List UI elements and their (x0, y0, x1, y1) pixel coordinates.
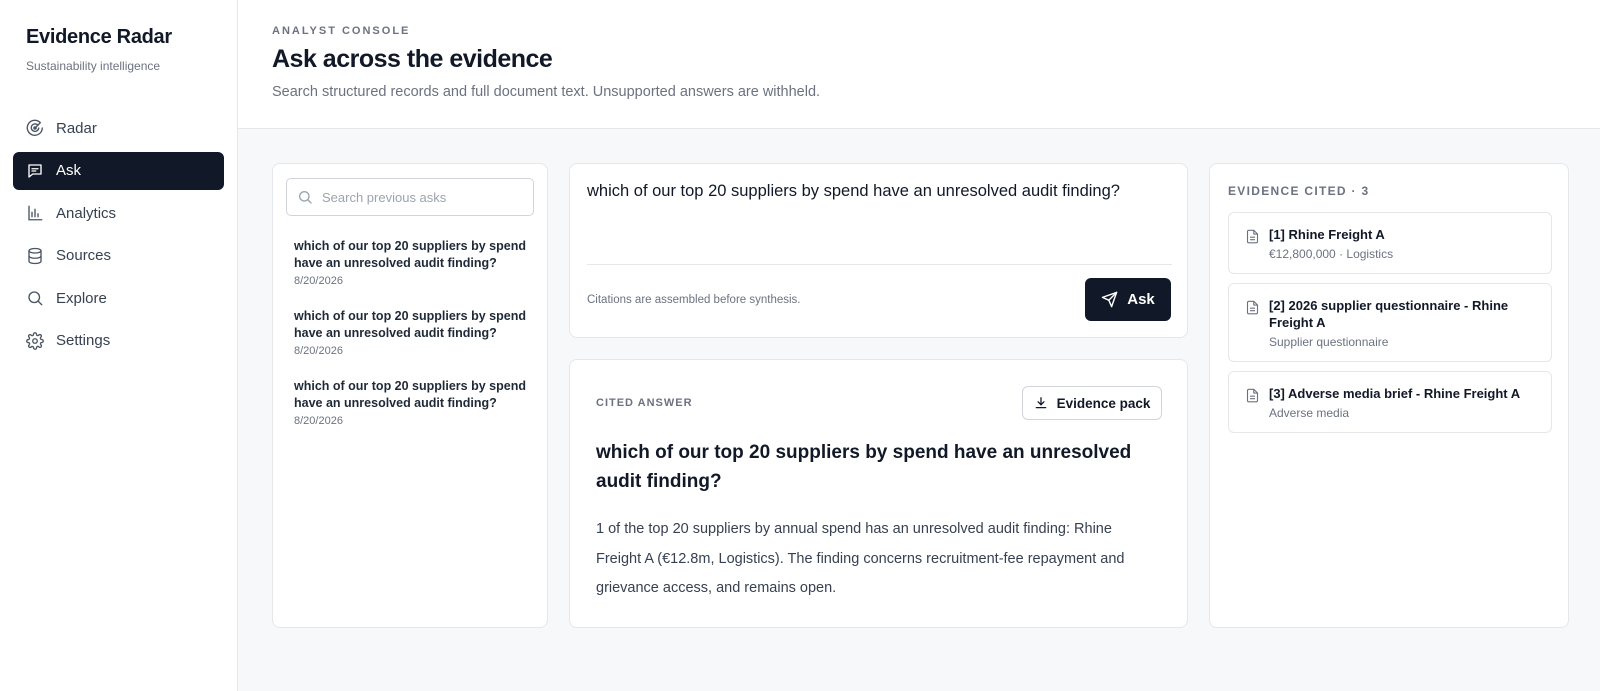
history-item-date: 8/20/2026 (294, 345, 343, 357)
evidence-item[interactable]: [3] Adverse media brief - Rhine Freight … (1228, 371, 1552, 433)
history-item[interactable]: which of our top 20 suppliers by spend h… (294, 378, 530, 427)
sidebar-item-label: Settings (56, 332, 111, 349)
evidence-list: [1] Rhine Freight A €12,800,000 · Logist… (1228, 212, 1552, 442)
search-icon (297, 189, 313, 205)
page-header: ANALYST CONSOLE Ask across the evidence … (238, 0, 1600, 129)
document-icon (1245, 229, 1260, 244)
evidence-item-meta: €12,800,000 · Logistics (1269, 247, 1394, 261)
document-icon (1245, 300, 1260, 315)
radar-icon (26, 119, 44, 137)
sidebar-item-label: Sources (56, 247, 112, 264)
page-title: Ask across the evidence (272, 45, 553, 73)
search-icon (26, 289, 44, 307)
sidebar-item-label: Analytics (56, 204, 117, 222)
sidebar-item-label: Explore (56, 289, 107, 307)
sidebar-item-ask[interactable]: Ask (13, 151, 224, 190)
history-list: which of our top 20 suppliers by spend h… (294, 238, 530, 448)
answer-label: CITED ANSWER (596, 397, 693, 409)
history-item-question: which of our top 20 suppliers by spend h… (294, 239, 526, 270)
evidence-item-meta: Adverse media (1269, 406, 1350, 420)
bar-chart-icon (26, 204, 44, 222)
send-icon (1101, 291, 1118, 308)
sidebar-nav: Radar Ask Analytics Sources Explore Sett… (13, 109, 224, 364)
sidebar-item-label: Radar (56, 119, 97, 137)
answer-question: which of our top 20 suppliers by spend h… (596, 442, 1132, 492)
sidebar: Evidence Radar Sustainability intelligen… (0, 0, 238, 691)
evidence-cited-panel: EVIDENCE CITED · 3 [1] Rhine Freight A €… (1209, 163, 1569, 628)
history-search[interactable] (286, 178, 534, 216)
sidebar-item-analytics[interactable]: Analytics (13, 194, 224, 232)
ask-query-card: which of our top 20 suppliers by spend h… (569, 163, 1188, 338)
history-search-input[interactable] (322, 189, 522, 205)
evidence-item[interactable]: [2] 2026 supplier questionnaire - Rhine … (1228, 283, 1552, 362)
download-icon (1034, 396, 1048, 410)
history-item-question: which of our top 20 suppliers by spend h… (294, 379, 526, 410)
evidence-pack-button[interactable]: Evidence pack (1022, 386, 1162, 420)
evidence-pack-label: Evidence pack (1056, 395, 1151, 411)
divider (587, 264, 1172, 265)
message-icon (26, 162, 44, 180)
gear-icon (26, 331, 44, 350)
database-icon (26, 247, 44, 265)
history-item-date: 8/20/2026 (294, 275, 343, 287)
page-subtitle: Search structured records and full docum… (272, 84, 821, 100)
evidence-item-title: [1] Rhine Freight A (1269, 227, 1385, 242)
page-eyebrow: ANALYST CONSOLE (272, 25, 411, 37)
evidence-item-meta: Supplier questionnaire (1269, 335, 1389, 349)
sidebar-item-label: Ask (56, 162, 82, 179)
citation-note: Citations are assembled before synthesis… (587, 294, 801, 306)
history-item-question: which of our top 20 suppliers by spend h… (294, 309, 526, 340)
brand-subtitle: Sustainability intelligence (26, 59, 161, 73)
sidebar-item-settings[interactable]: Settings (13, 322, 224, 360)
brand-title: Evidence Radar (26, 26, 172, 48)
ask-history-panel: which of our top 20 suppliers by spend h… (272, 163, 548, 628)
evidence-item-title: [2] 2026 supplier questionnaire - Rhine … (1269, 298, 1509, 330)
history-item[interactable]: which of our top 20 suppliers by spend h… (294, 238, 530, 287)
cited-answer-card: CITED ANSWER Evidence pack which of our … (569, 359, 1188, 628)
sidebar-item-sources[interactable]: Sources (13, 237, 224, 275)
evidence-item[interactable]: [1] Rhine Freight A €12,800,000 · Logist… (1228, 212, 1552, 274)
evidence-heading: EVIDENCE CITED · 3 (1228, 184, 1370, 198)
history-item-date: 8/20/2026 (294, 415, 343, 427)
history-item[interactable]: which of our top 20 suppliers by spend h… (294, 308, 530, 357)
answer-text: 1 of the top 20 suppliers by annual spen… (596, 521, 1125, 596)
evidence-item-title: [3] Adverse media brief - Rhine Freight … (1269, 386, 1521, 401)
question-input[interactable]: which of our top 20 suppliers by spend h… (587, 182, 1172, 242)
ask-button[interactable]: Ask (1085, 278, 1171, 321)
ask-button-label: Ask (1127, 291, 1155, 308)
sidebar-item-explore[interactable]: Explore (13, 279, 224, 317)
document-icon (1245, 388, 1260, 403)
sidebar-item-radar[interactable]: Radar (13, 109, 224, 147)
